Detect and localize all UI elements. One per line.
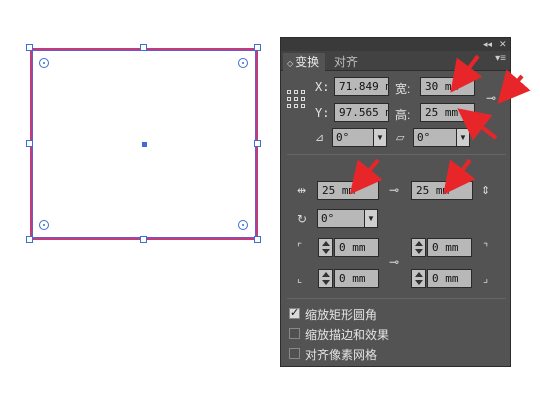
shear-dropdown-button[interactable]: ▼: [456, 128, 470, 147]
rect-height-input[interactable]: 25 mm: [411, 181, 473, 200]
corner-top-right-stepper[interactable]: [411, 238, 426, 257]
corner-top-left-input[interactable]: 0 mm: [334, 238, 379, 257]
scale-corners-checkbox[interactable]: [289, 306, 300, 319]
pixel-grid-checkbox[interactable]: [289, 348, 300, 359]
corner-type-top-left-icon[interactable]: ⌜: [297, 241, 302, 255]
corner-bottom-left-stepper[interactable]: [318, 269, 333, 288]
reference-point-icon[interactable]: [287, 90, 305, 108]
rotate-icon: ⊿: [315, 132, 325, 144]
corner-bottom-right-stepper[interactable]: [411, 269, 426, 288]
scale-corners-label: 缩放矩形圆角: [305, 308, 378, 322]
handle-middle-right[interactable]: [254, 140, 261, 147]
rect-rotate-icon: ↻: [297, 212, 308, 226]
corner-type-top-right-icon[interactable]: ⌝: [483, 241, 488, 255]
scale-strokes-checkbox[interactable]: [289, 328, 300, 339]
collapse-panel-icon[interactable]: ◂◂: [483, 38, 492, 51]
section-divider: [287, 298, 506, 299]
panel-tabs: ◇ 变换 对齐 ▾≡: [281, 51, 510, 71]
handle-bottom-right[interactable]: [254, 236, 261, 243]
center-point: [142, 142, 147, 147]
rotate-dropdown-button[interactable]: ▼: [373, 128, 387, 147]
handle-top-right[interactable]: [254, 44, 261, 51]
constrain-proportions-icon[interactable]: ⊸: [486, 91, 496, 105]
y-input[interactable]: 97.565 mm: [334, 103, 389, 122]
shear-input[interactable]: 0°: [413, 128, 457, 147]
rotate-input[interactable]: 0°: [332, 128, 374, 147]
panel-menu-icon[interactable]: ▾≡: [495, 53, 506, 64]
section-divider: [287, 154, 506, 155]
handle-bottom-center[interactable]: [140, 236, 147, 243]
rect-rotate-dropdown-button[interactable]: ▼: [364, 209, 378, 228]
tab-transform[interactable]: ◇ 变换: [283, 53, 325, 71]
handle-top-left[interactable]: [26, 44, 33, 51]
corner-top-left-stepper[interactable]: [318, 238, 333, 257]
corner-bottom-left-input[interactable]: 0 mm: [334, 269, 379, 288]
width-label: 宽:: [395, 82, 411, 96]
handle-bottom-left[interactable]: [26, 236, 33, 243]
rect-constrain-icon[interactable]: ⊸: [389, 183, 399, 197]
tab-align[interactable]: 对齐: [328, 53, 368, 71]
corner-type-bottom-left-icon[interactable]: ⌞: [297, 272, 302, 286]
rect-height-icon: ⇕: [481, 185, 491, 197]
corner-widget-bottom-left[interactable]: [39, 220, 49, 230]
corner-widget-top-right[interactable]: [238, 58, 248, 68]
transform-panel: ◂◂ ✕ ◇变换 对齐 ▾≡ X: 71.849 mm Y: 97.565 mm…: [280, 37, 511, 367]
corner-link-icon[interactable]: ⊸: [389, 255, 399, 269]
rect-rotate-input[interactable]: 0°: [317, 209, 365, 228]
handle-top-center[interactable]: [140, 44, 147, 51]
corner-widget-top-left[interactable]: [39, 58, 49, 68]
close-panel-icon[interactable]: ✕: [499, 38, 507, 51]
handle-middle-left[interactable]: [26, 140, 33, 147]
x-input[interactable]: 71.849 mm: [334, 77, 389, 96]
width-input[interactable]: 30 mm: [420, 77, 475, 96]
tab-expand-icon: ◇: [287, 59, 294, 68]
height-label: 高:: [395, 108, 411, 122]
panel-title-bar[interactable]: ◂◂ ✕: [281, 38, 510, 51]
corner-top-right-input[interactable]: 0 mm: [427, 238, 472, 257]
rect-width-input[interactable]: 25 mm: [317, 181, 379, 200]
scale-strokes-label: 缩放描边和效果: [305, 328, 390, 342]
corner-widget-bottom-right[interactable]: [238, 220, 248, 230]
x-label: X:: [315, 80, 330, 94]
pixel-grid-label: 对齐像素网格: [305, 348, 378, 362]
height-input[interactable]: 25 mm: [420, 103, 475, 122]
shear-icon: ▱: [396, 132, 405, 144]
y-label: Y:: [315, 106, 330, 120]
corner-type-bottom-right-icon[interactable]: ⌟: [483, 272, 488, 286]
selected-rectangle[interactable]: [26, 44, 261, 243]
corner-bottom-right-input[interactable]: 0 mm: [427, 269, 472, 288]
rect-width-icon: ⇹: [297, 185, 307, 197]
